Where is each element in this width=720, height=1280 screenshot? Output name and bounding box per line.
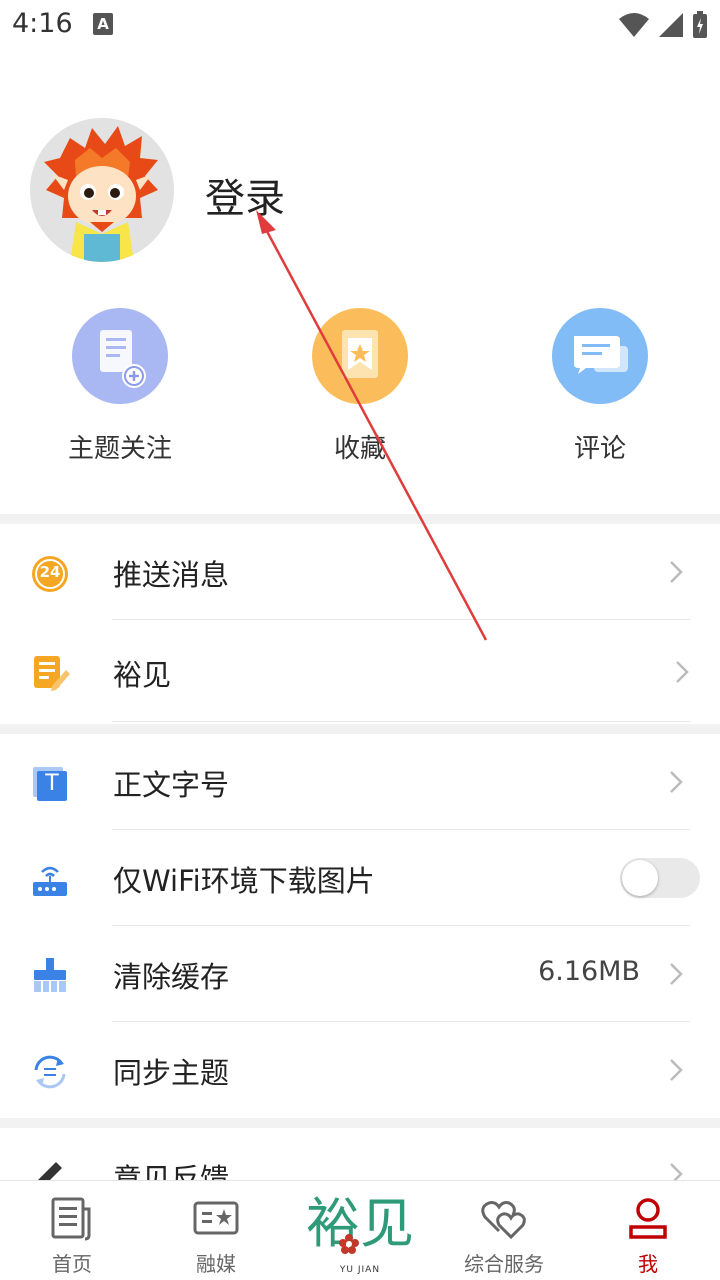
push-badge: 24 <box>39 563 61 581</box>
section-divider <box>0 724 720 734</box>
clear-cache-label: 清除缓存 <box>113 960 230 994</box>
bottom-nav: 首页 融媒 裕见 YU JIAN 综合服务 我 <box>0 1180 720 1280</box>
nav-me[interactable]: 我 <box>576 1181 720 1280</box>
chevron-right-icon <box>676 661 689 683</box>
notification-a-icon: A <box>93 13 113 35</box>
login-button[interactable]: 登录 <box>205 166 285 224</box>
push-messages-label: 推送消息 <box>113 558 230 592</box>
cache-size-value: 6.16MB <box>538 956 640 987</box>
wifi-icon <box>619 13 649 37</box>
sync-topics-row[interactable]: 同步主题 <box>0 1022 720 1118</box>
wifi-images-toggle[interactable] <box>620 858 700 898</box>
comments-button[interactable]: 评论 <box>520 308 680 465</box>
chevron-right-icon <box>670 1059 683 1081</box>
subscribe-topics-label: 主题关注 <box>67 434 172 464</box>
newspaper-icon <box>51 1197 91 1241</box>
router-icon <box>33 866 67 896</box>
lion-mascot-icon <box>30 118 174 262</box>
person-icon <box>629 1198 667 1239</box>
nav-media[interactable]: 融媒 <box>144 1181 288 1280</box>
broom-icon <box>34 958 66 992</box>
flower-icon <box>339 1234 359 1254</box>
subscribe-doc-icon <box>72 308 168 404</box>
chevron-right-icon <box>670 771 683 793</box>
comment-bubbles-icon <box>552 308 648 404</box>
battery-icon <box>693 11 707 38</box>
toggle-knob <box>622 860 658 896</box>
nav-services[interactable]: 综合服务 <box>432 1181 576 1280</box>
status-icons <box>618 10 708 40</box>
media-card-icon <box>193 1201 239 1235</box>
sync-icon <box>34 1055 66 1089</box>
yujian-logo-subtitle: YU JIAN <box>339 1265 381 1275</box>
chevron-right-icon <box>670 561 683 583</box>
nav-home[interactable]: 首页 <box>0 1181 144 1280</box>
section-divider <box>0 514 720 524</box>
favorites-button[interactable]: 收藏 <box>280 308 440 465</box>
nav-home-label: 首页 <box>52 1252 92 1276</box>
nav-services-label: 综合服务 <box>464 1252 544 1276</box>
status-time: 4:16 <box>12 8 73 39</box>
sync-topics-label: 同步主题 <box>113 1056 230 1090</box>
yujian-logo-text: 裕见 <box>306 1192 414 1255</box>
row-divider <box>112 721 690 722</box>
favorites-label: 收藏 <box>333 434 386 464</box>
bookmark-star-icon <box>312 308 408 404</box>
subscribe-topics-button[interactable]: 主题关注 <box>40 308 200 465</box>
push-messages-row[interactable]: 24 推送消息 <box>0 524 720 620</box>
avatar[interactable] <box>30 118 174 262</box>
clear-cache-row[interactable]: 清除缓存 6.16MB <box>0 926 720 1022</box>
yujian-label: 裕见 <box>113 658 172 692</box>
cell-signal-icon <box>659 13 683 37</box>
wifi-images-label: 仅WiFi环境下载图片 <box>113 864 375 898</box>
section-divider <box>0 1118 720 1128</box>
comments-label: 评论 <box>573 434 626 464</box>
yujian-row[interactable]: 裕见 <box>0 620 720 722</box>
status-bar: 4:16 A <box>0 0 720 50</box>
nav-media-label: 融媒 <box>196 1252 236 1276</box>
font-size-label: 正文字号 <box>113 768 230 802</box>
hearts-icon <box>481 1201 526 1240</box>
nav-yujian-logo[interactable]: 裕见 YU JIAN <box>288 1181 432 1280</box>
font-size-row[interactable]: T 正文字号 <box>0 734 720 830</box>
wifi-images-row: 仅WiFi环境下载图片 <box>0 830 720 926</box>
notes-pen-icon <box>34 656 70 691</box>
font-size-glyph: T <box>45 771 59 796</box>
nav-me-label: 我 <box>638 1252 658 1276</box>
chevron-right-icon <box>670 963 683 985</box>
